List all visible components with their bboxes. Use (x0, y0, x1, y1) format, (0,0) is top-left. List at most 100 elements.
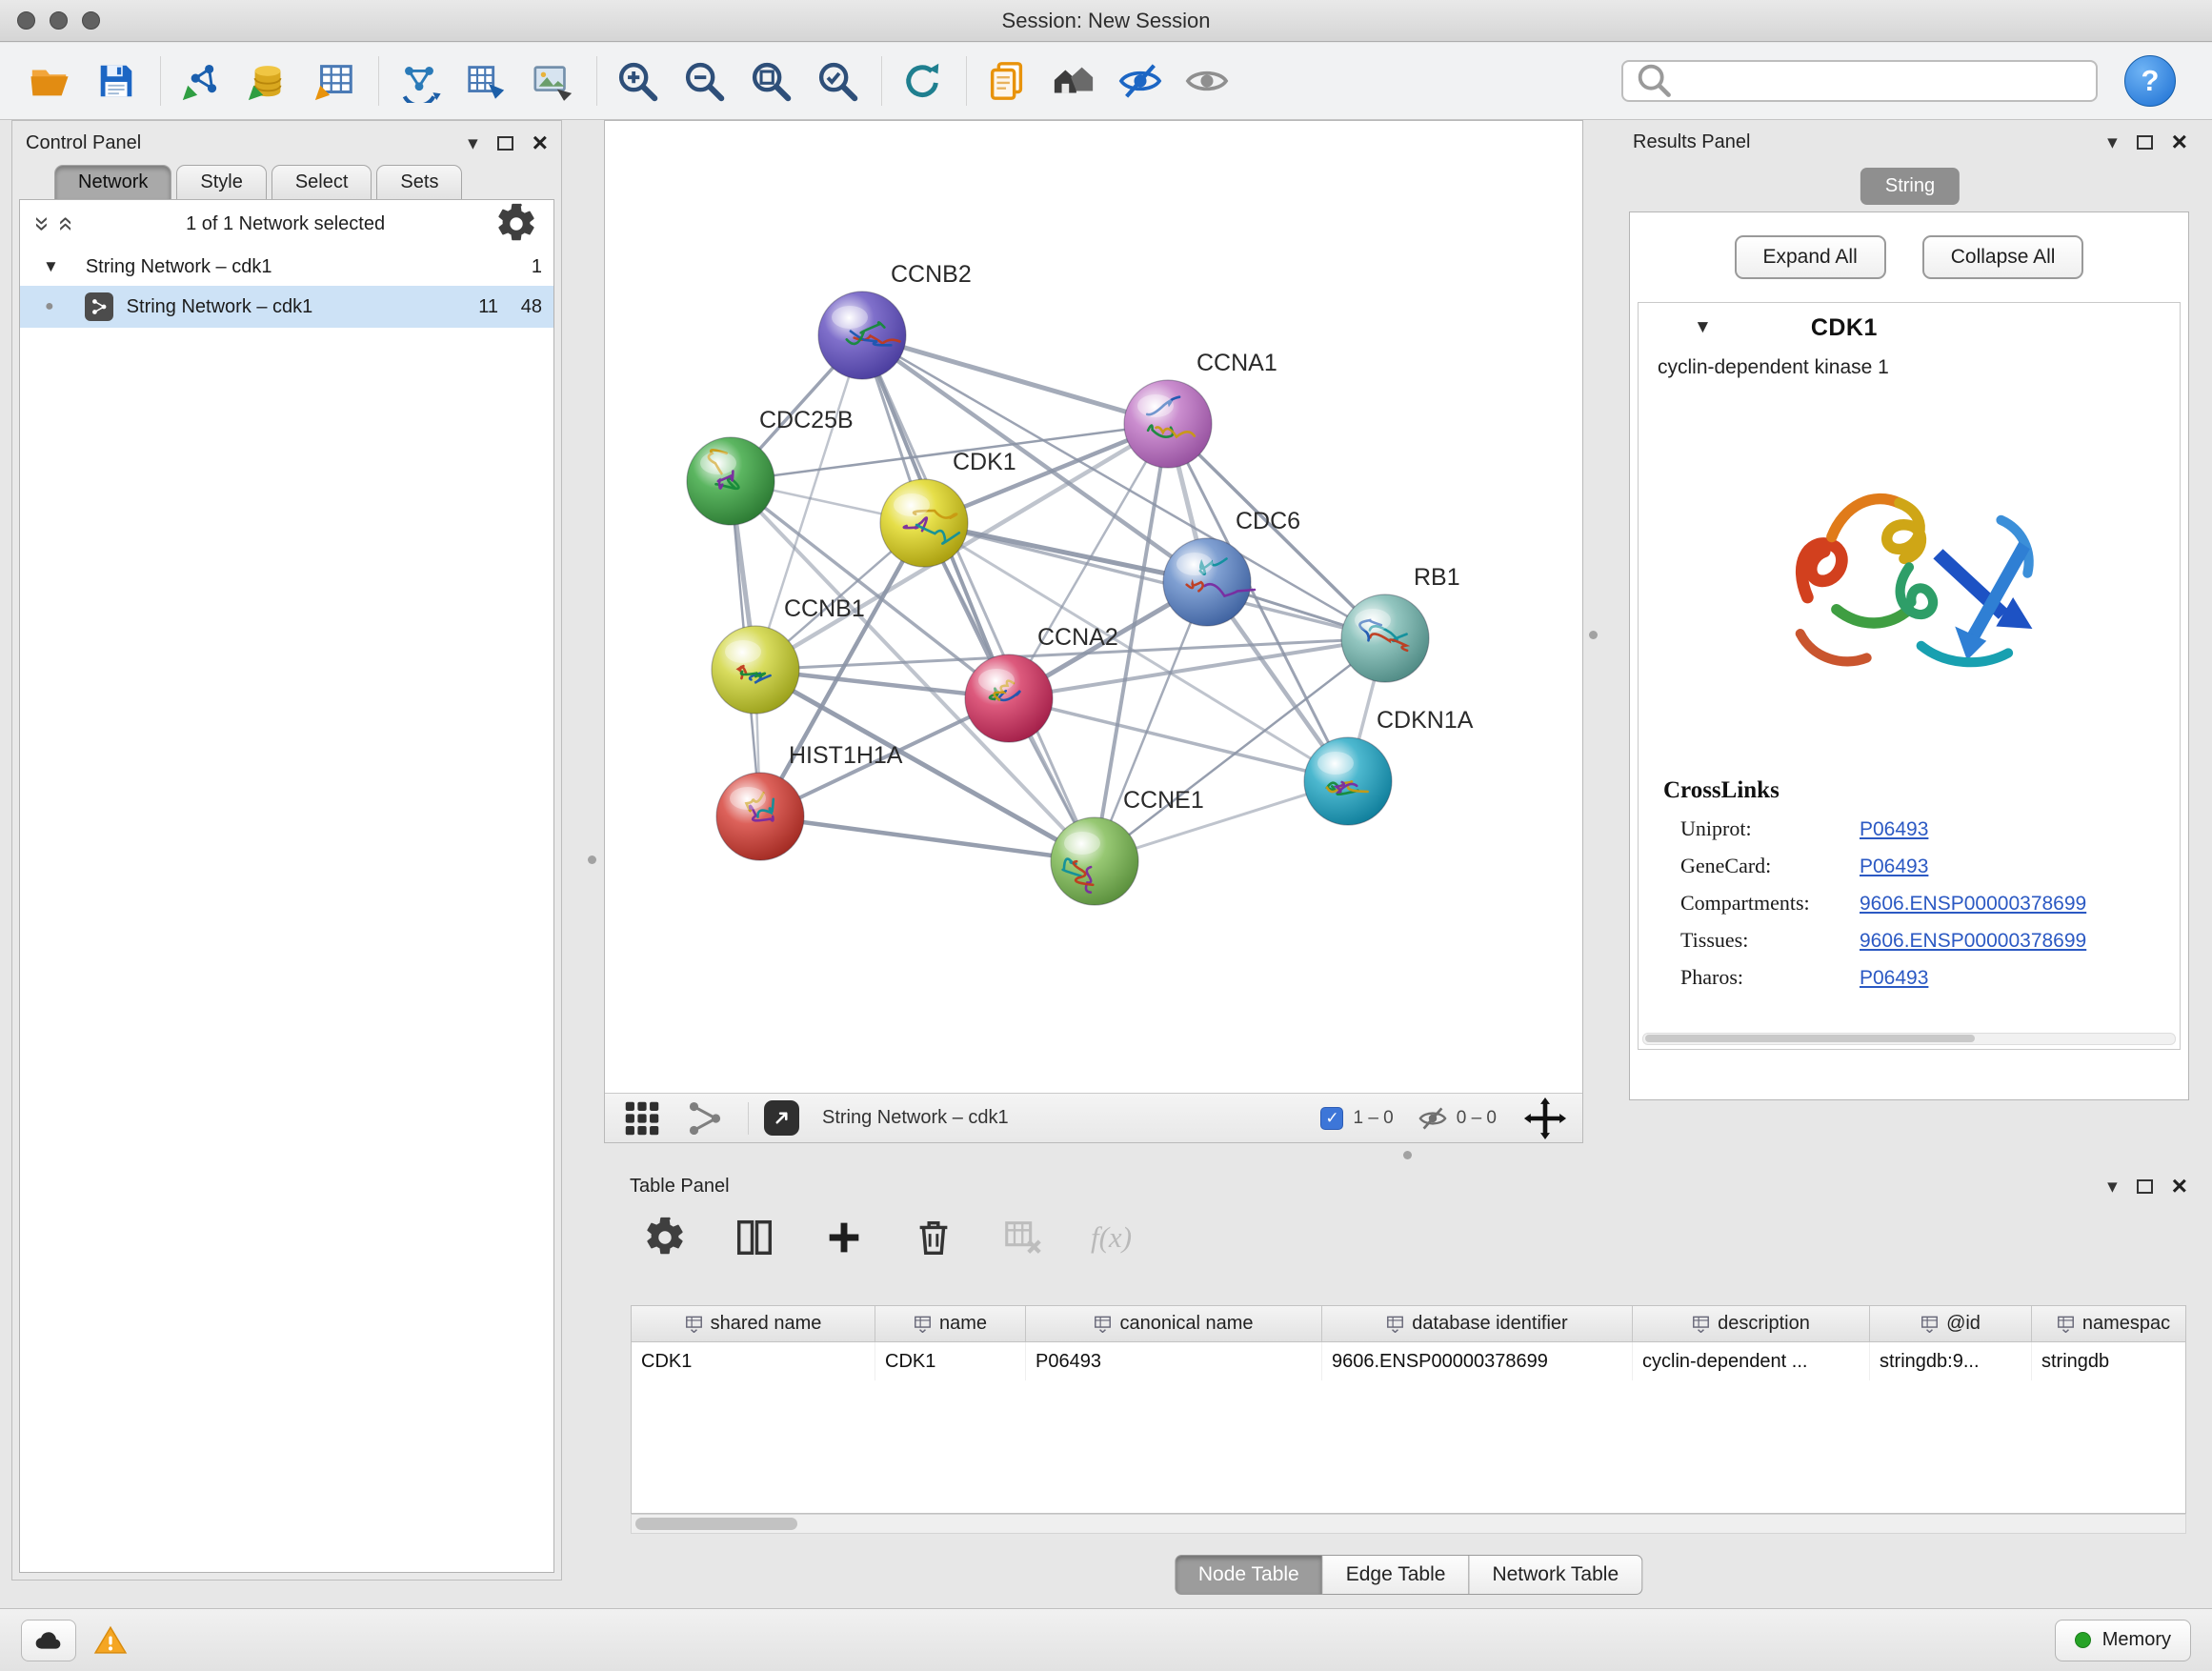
network-overview-icon[interactable] (683, 1097, 727, 1140)
scrollbar-thumb[interactable] (1645, 1035, 1975, 1042)
table-cell[interactable]: P06493 (1026, 1342, 1322, 1380)
table-cell[interactable]: 9606.ENSP00000378699 (1322, 1342, 1633, 1380)
crosslink-value-link[interactable]: 9606.ENSP00000378699 (1860, 893, 2086, 916)
collapse-all-button[interactable]: Collapse All (1922, 235, 2084, 279)
tab-style[interactable]: Style (176, 165, 266, 199)
panel-float-icon[interactable] (2137, 1179, 2153, 1194)
panel-float-icon[interactable] (497, 136, 513, 151)
zoom-in-button[interactable] (611, 53, 664, 109)
crosslink-value-link[interactable]: 9606.ENSP00000378699 (1860, 930, 2086, 953)
network-row-selected[interactable]: ● String Network – cdk1 11 48 (20, 286, 553, 328)
column-header-namespac[interactable]: namespac (2032, 1306, 2186, 1341)
tab-node-table[interactable]: Node Table (1175, 1555, 1323, 1595)
gene-section-header[interactable]: ▼ CDK1 (1639, 303, 2180, 352)
panel-menu-caret-icon[interactable]: ▾ (2107, 1177, 2118, 1197)
panel-float-icon[interactable] (2137, 135, 2153, 150)
network-options-gear-button[interactable] (494, 202, 538, 246)
table-horizontal-scrollbar[interactable] (631, 1514, 2186, 1534)
table-cell[interactable]: cyclin-dependent ... (1633, 1342, 1870, 1380)
home-button[interactable] (1047, 53, 1100, 109)
cloud-status-button[interactable] (21, 1620, 76, 1661)
export-view-button[interactable] (764, 1100, 799, 1136)
create-column-button[interactable] (822, 1216, 866, 1259)
edge-CCNB2-CCNE1[interactable] (862, 335, 1095, 861)
edge-CCNB2-CCNA1[interactable] (862, 335, 1168, 424)
panel-close-icon[interactable]: × (533, 130, 548, 156)
crosslink-value-link[interactable]: P06493 (1860, 967, 1928, 990)
network-collection-row[interactable]: ▼ String Network – cdk1 1 (20, 248, 553, 286)
node-CCNA1[interactable]: CCNA1 (1124, 350, 1277, 468)
help-button[interactable]: ? (2124, 55, 2176, 107)
panel-close-icon[interactable]: × (2172, 129, 2187, 155)
warning-icon[interactable] (93, 1623, 128, 1658)
tab-network[interactable]: Network (54, 165, 171, 199)
panel-menu-caret-icon[interactable]: ▾ (468, 133, 478, 153)
tab-edge-table[interactable]: Edge Table (1323, 1555, 1470, 1595)
network-canvas[interactable]: CCNB2CCNA1CDC25BCDK1CDC6RB1CCNB1CCNA2CDK… (605, 121, 1582, 1093)
panel-close-icon[interactable]: × (2172, 1173, 2187, 1199)
crosslink-value-link[interactable]: P06493 (1860, 818, 1928, 841)
new-network-from-selection-button[interactable] (392, 53, 446, 109)
checkbox-checked-icon[interactable]: ✓ (1320, 1107, 1343, 1130)
node-CDKN1A[interactable]: CDKN1A (1304, 707, 1474, 825)
import-network-from-database-button[interactable] (241, 53, 294, 109)
table-cell[interactable]: stringdb (2032, 1342, 2186, 1380)
expand-all-icon[interactable]: » (48, 216, 78, 232)
column-header-description[interactable]: description (1633, 1306, 1870, 1341)
results-horizontal-scrollbar[interactable] (1642, 1033, 2176, 1045)
edge-CDK1-RB1[interactable] (924, 523, 1385, 638)
expand-all-button[interactable]: Expand All (1735, 235, 1886, 279)
delete-column-button[interactable] (912, 1216, 955, 1259)
vertical-splitter-handle[interactable] (1589, 631, 1598, 639)
window-close-button[interactable] (17, 11, 35, 30)
window-minimize-button[interactable] (50, 11, 68, 30)
documents-button[interactable] (980, 53, 1034, 109)
export-image-button[interactable] (526, 53, 579, 109)
gene-caret-icon[interactable]: ▼ (1694, 317, 1712, 338)
horizontal-splitter-handle[interactable] (1403, 1151, 1412, 1159)
scrollbar-thumb[interactable] (635, 1518, 797, 1530)
node-CCNB1[interactable]: CCNB1 (712, 595, 865, 714)
show-columns-button[interactable] (733, 1216, 776, 1259)
edge-HIST1H1A-CCNE1[interactable] (760, 816, 1095, 861)
table-cell[interactable]: stringdb:9... (1870, 1342, 2032, 1380)
global-search-input[interactable] (1684, 70, 2086, 92)
column-header-name[interactable]: name (875, 1306, 1026, 1341)
eye-slash-toggle-button[interactable] (1114, 53, 1167, 109)
node-CCNE1[interactable]: CCNE1 (1051, 787, 1204, 905)
search-box[interactable] (1621, 60, 2098, 102)
column-header-database-identifier[interactable]: database identifier (1322, 1306, 1633, 1341)
column-header-canonical-name[interactable]: canonical name (1026, 1306, 1322, 1341)
import-network-from-file-button[interactable] (174, 53, 228, 109)
column-header-shared-name[interactable]: shared name (632, 1306, 875, 1341)
import-table-from-file-button[interactable] (308, 53, 361, 109)
open-session-button[interactable] (23, 53, 76, 109)
node-CDC6[interactable]: CDC6 (1163, 508, 1300, 626)
panel-menu-caret-icon[interactable]: ▾ (2107, 132, 2118, 152)
tab-string[interactable]: String (1860, 168, 1960, 205)
node-CDK1[interactable]: CDK1 (880, 449, 1016, 567)
clone-network-button[interactable] (459, 53, 513, 109)
zoom-selected-button[interactable] (811, 53, 864, 109)
tab-select[interactable]: Select (271, 165, 372, 199)
column-header--id[interactable]: @id (1870, 1306, 2032, 1341)
window-zoom-button[interactable] (82, 11, 100, 30)
node-CDC25B[interactable]: CDC25B (687, 407, 854, 525)
zoom-out-button[interactable] (677, 53, 731, 109)
vertical-splitter-handle[interactable] (588, 856, 596, 864)
tab-network-table[interactable]: Network Table (1469, 1555, 1642, 1595)
table-options-gear-button[interactable] (643, 1216, 687, 1259)
node-table-row[interactable]: CDK1CDK1P064939606.ENSP00000378699cyclin… (632, 1342, 2185, 1380)
eye-toggle-button[interactable] (1180, 53, 1234, 109)
collection-caret-icon[interactable]: ▼ (43, 257, 59, 276)
birds-eye-view-grid-icon[interactable] (620, 1097, 664, 1140)
node-HIST1H1A[interactable]: HIST1H1A (716, 742, 903, 860)
node-RB1[interactable]: RB1 (1341, 564, 1460, 682)
save-session-button[interactable] (90, 53, 143, 109)
network-view[interactable]: CCNB2CCNA1CDC25BCDK1CDC6RB1CCNB1CCNA2CDK… (604, 120, 1583, 1143)
tab-sets[interactable]: Sets (376, 165, 462, 199)
table-cell[interactable]: CDK1 (632, 1342, 875, 1380)
zoom-fit-button[interactable] (744, 53, 797, 109)
memory-button[interactable]: Memory (2055, 1620, 2191, 1661)
pan-crosshair-icon[interactable] (1523, 1097, 1567, 1140)
